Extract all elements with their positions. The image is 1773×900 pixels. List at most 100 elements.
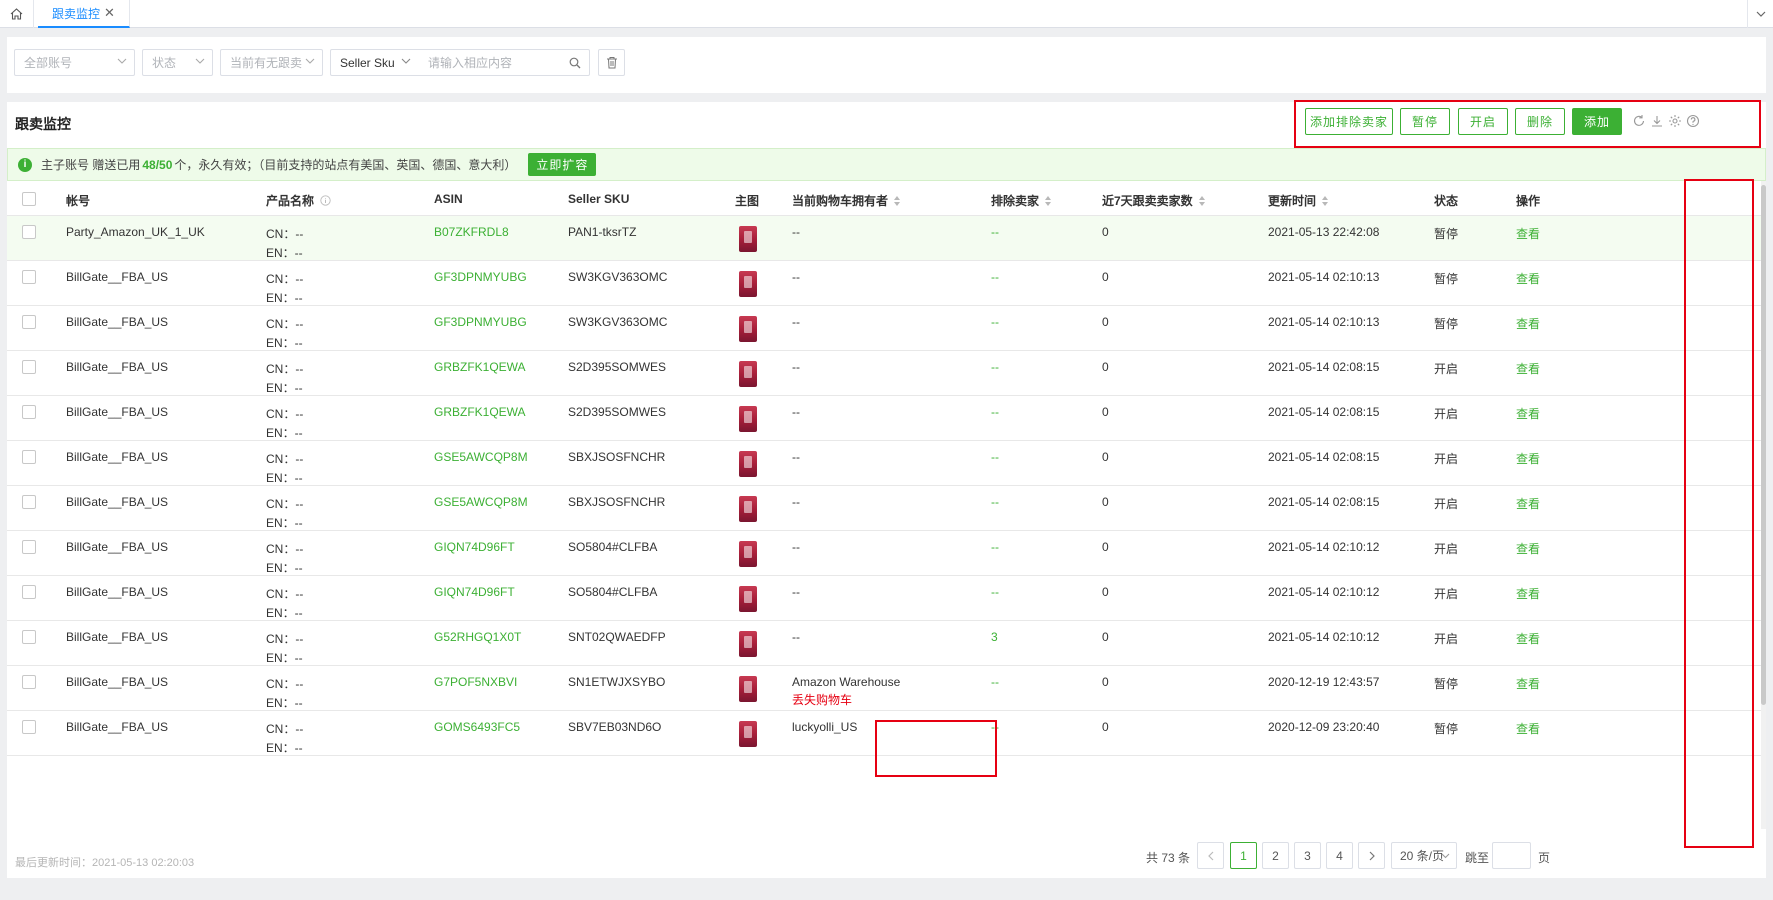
tab-dropdown-button[interactable] [1747,0,1773,28]
follow-select[interactable]: 当前有无跟卖 [220,49,323,76]
page-size-select[interactable]: 20 条/页 [1391,842,1457,869]
table-row[interactable]: BillGate__FBA_US GSE5AWCQP8M SBXJSOSFNCHR 0… [7,486,1761,531]
sort-icon[interactable] [1322,195,1329,206]
view-link[interactable]: 查看 [1516,540,1540,557]
row-checkbox[interactable] [22,675,36,689]
cell-asin[interactable]: GRBZFK1QEWA [434,360,526,374]
row-checkbox[interactable] [22,585,36,599]
pause-button[interactable]: 暂停 [1400,108,1450,135]
view-link[interactable]: 查看 [1516,360,1540,377]
view-link[interactable]: 查看 [1516,315,1540,332]
row-checkbox[interactable] [22,225,36,239]
product-thumbnail[interactable] [739,586,757,612]
table-row[interactable]: BillGate__FBA_US GOMS6493FC5 SBV7EB03ND6O 0… [7,711,1761,756]
page-3-button[interactable]: 3 [1294,842,1321,869]
cell-asin[interactable]: GIQN74D96FT [434,585,515,599]
view-link[interactable]: 查看 [1516,405,1540,422]
cell-exclude[interactable]: -- [991,360,999,374]
search-icon[interactable] [569,57,581,69]
table-row[interactable]: BillGate__FBA_US GRBZFK1QEWA S2D395SOMWES 0… [7,351,1761,396]
row-checkbox[interactable] [22,405,36,419]
cell-exclude[interactable]: -- [991,675,999,689]
cell-exclude[interactable]: -- [991,225,999,239]
sort-icon[interactable] [894,195,901,206]
table-row[interactable]: BillGate__FBA_US GIQN74D96FT SO5804#CLFBA 0… [7,531,1761,576]
view-link[interactable]: 查看 [1516,270,1540,287]
close-icon[interactable]: ✕ [104,5,115,21]
next-page-button[interactable] [1358,842,1385,869]
start-button[interactable]: 开启 [1458,108,1508,135]
page-4-button[interactable]: 4 [1326,842,1353,869]
product-thumbnail[interactable] [739,451,757,477]
product-thumbnail[interactable] [739,226,757,252]
view-link[interactable]: 查看 [1516,225,1540,242]
product-thumbnail[interactable] [739,316,757,342]
account-select[interactable]: 全部账号 [14,49,135,76]
prev-page-button[interactable] [1197,842,1224,869]
product-thumbnail[interactable] [739,361,757,387]
row-checkbox[interactable] [22,315,36,329]
clear-filters-button[interactable] [598,49,625,76]
view-link[interactable]: 查看 [1516,720,1540,737]
cell-exclude[interactable]: -- [991,270,999,284]
expand-button[interactable]: 立即扩容 [528,153,597,176]
add-button[interactable]: 添加 [1572,108,1622,135]
table-row[interactable]: BillGate__FBA_US GIQN74D96FT SO5804#CLFBA 0… [7,576,1761,621]
product-thumbnail[interactable] [739,271,757,297]
table-scrollbar[interactable] [1761,181,1766,829]
cell-exclude[interactable]: -- [991,315,999,329]
cell-asin[interactable]: GRBZFK1QEWA [434,405,526,419]
table-row[interactable]: BillGate__FBA_US GRBZFK1QEWA S2D395SOMWES 0… [7,396,1761,441]
tab-follow-monitor[interactable]: 跟卖监控 ✕ [38,0,130,28]
row-checkbox[interactable] [22,540,36,554]
table-row[interactable]: BillGate__FBA_US GF3DPNMYUBG SW3KGV363OMC 0… [7,261,1761,306]
delete-button[interactable]: 删除 [1515,108,1565,135]
cell-exclude[interactable]: -- [991,540,999,554]
product-thumbnail[interactable] [739,496,757,522]
view-link[interactable]: 查看 [1516,675,1540,692]
product-thumbnail[interactable] [739,676,757,702]
table-row[interactable]: BillGate__FBA_US GSE5AWCQP8M SBXJSOSFNCHR 0… [7,441,1761,486]
row-checkbox[interactable] [22,720,36,734]
col-exclude[interactable]: 排除卖家 [991,192,1052,209]
cell-asin[interactable]: GIQN74D96FT [434,540,515,554]
cell-exclude[interactable]: -- [991,495,999,509]
help-icon[interactable] [1686,114,1700,128]
page-1-button[interactable]: 1 [1230,842,1257,869]
cell-asin[interactable]: GF3DPNMYUBG [434,315,527,329]
product-thumbnail[interactable] [739,631,757,657]
row-checkbox[interactable] [22,630,36,644]
scrollbar-thumb[interactable] [1761,185,1766,705]
row-checkbox[interactable] [22,360,36,374]
status-select[interactable]: 状态 [142,49,213,76]
jump-page-input[interactable] [1492,842,1531,869]
sort-icon[interactable] [1198,195,1205,206]
product-thumbnail[interactable] [739,721,757,747]
view-link[interactable]: 查看 [1516,585,1540,602]
row-checkbox[interactable] [22,450,36,464]
cell-asin[interactable]: G7POF5NXBVI [434,675,517,689]
cell-asin[interactable]: B07ZKFRDL8 [434,225,509,239]
col-updated[interactable]: 更新时间 [1268,192,1329,209]
table-row[interactable]: BillGate__FBA_US G52RHGQ1X0T SNT02QWAEDFP 0… [7,621,1761,666]
table-row[interactable]: BillGate__FBA_US G7POF5NXBVI SN1ETWJXSYBO 0… [7,666,1761,711]
cell-exclude[interactable]: -- [991,450,999,464]
cell-asin[interactable]: G52RHGQ1X0T [434,630,521,644]
view-link[interactable]: 查看 [1516,495,1540,512]
product-thumbnail[interactable] [739,406,757,432]
select-all-checkbox[interactable] [22,192,36,206]
view-link[interactable]: 查看 [1516,630,1540,647]
row-checkbox[interactable] [22,270,36,284]
cell-asin[interactable]: GF3DPNMYUBG [434,270,527,284]
home-button[interactable] [0,0,34,28]
cell-asin[interactable]: GSE5AWCQP8M [434,495,528,509]
cell-exclude[interactable]: 3 [991,630,998,644]
info-circle-icon[interactable] [320,195,331,206]
table-row[interactable]: BillGate__FBA_US GF3DPNMYUBG SW3KGV363OMC 0… [7,306,1761,351]
refresh-icon[interactable] [1632,114,1646,128]
view-link[interactable]: 查看 [1516,450,1540,467]
search-field-select[interactable]: Seller Sku [330,49,419,76]
cell-exclude[interactable]: -- [991,585,999,599]
cell-exclude[interactable]: -- [991,720,999,734]
page-2-button[interactable]: 2 [1262,842,1289,869]
